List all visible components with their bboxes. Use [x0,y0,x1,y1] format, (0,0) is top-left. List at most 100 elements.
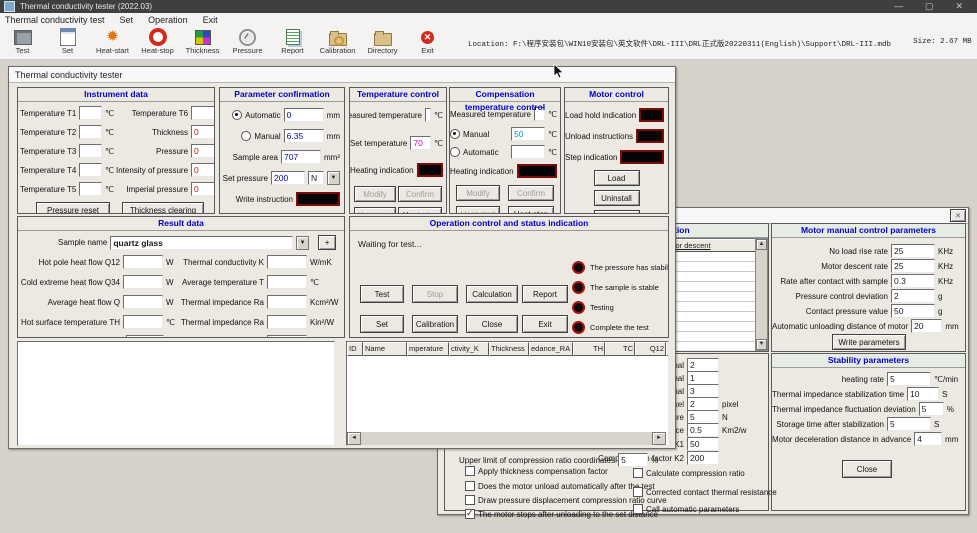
storage-time-field[interactable]: 5 [887,417,931,431]
thermal-impedance-in-field[interactable] [267,315,307,329]
thermal-resistance-field[interactable] [267,335,307,338]
calculation-button[interactable]: Calculation [466,285,518,303]
temperature-t2-field[interactable] [79,125,102,139]
pressure-unit-select[interactable]: N [308,171,324,185]
toolbar-heat-stop-button[interactable]: Heat-stop [135,28,180,55]
set-temperature-field[interactable]: 70 [410,136,431,150]
set-pressure-field[interactable]: 200 [271,171,305,185]
intensity-of-pressure-field[interactable]: 0 [191,163,215,177]
compensation-manual-radio[interactable] [450,129,460,139]
sample-name-select[interactable]: quartz glass [110,236,293,250]
scroll-left-icon[interactable]: ◄ [347,432,361,445]
cold-surface-temp-field[interactable] [126,335,164,338]
deceleration-distance-field[interactable]: 4 [914,432,942,446]
measured-temperature-field[interactable] [425,108,431,122]
contact-pressure-value-field[interactable]: 50 [891,304,935,318]
menu-set[interactable]: Set [120,15,134,25]
op-close-button[interactable]: Close [466,315,518,333]
auto-unloading-distance-field[interactable]: 20 [911,319,942,333]
corrected-contact-resistance-checkbox[interactable] [633,487,643,497]
pressure-decimal-field[interactable]: 1 [687,371,719,385]
compensation-automatic-field[interactable] [511,145,545,159]
temperature-t5-field[interactable] [79,182,102,196]
q12-field[interactable] [123,255,163,269]
compensation-heat-start-button[interactable]: Heat start [456,206,500,214]
heating-rate-field[interactable]: 5 [887,372,931,386]
motor-stops-after-unloading-checkbox[interactable] [465,509,475,519]
sample-area-field[interactable]: 707 [281,150,321,164]
compensation-modify-button[interactable]: Modify [456,185,500,201]
menu-exit[interactable]: Exit [203,15,218,25]
compensation-factor-k1-field[interactable]: 50 [687,437,719,451]
chevron-down-icon[interactable]: ▼ [327,171,340,185]
table-horizontal-scrollbar[interactable]: ◄ ► [347,432,666,445]
average-temperature-field[interactable] [267,275,307,289]
stop-button[interactable]: Stop [412,285,458,303]
no-load-rise-rate-field[interactable]: 25 [891,244,935,258]
scroll-down-icon[interactable]: ▼ [756,339,767,350]
pressure-field[interactable]: 0 [191,144,215,158]
maximize-icon[interactable]: ▢ [925,1,934,12]
temperature-modify-button[interactable]: Modify [354,186,396,202]
menu-thermal-conductivity-test[interactable]: Thermal conductivity test [5,15,105,25]
compensation-automatic-radio[interactable] [450,147,460,157]
impedance-fluctuation-deviation-field[interactable]: 5 [919,402,944,416]
impedance-stabilization-time-field[interactable]: 10 [907,387,939,401]
rate-after-contact-field[interactable]: 0.3 [891,274,935,288]
thermal-conductivity-field[interactable] [267,255,307,269]
heat-start-button[interactable]: Heat start [354,207,396,214]
temperature-confirm-button[interactable]: Confirm [398,186,442,202]
imperial-pressure-field[interactable]: 0 [191,182,215,196]
curve-pixel-field[interactable]: 2 [687,397,719,411]
main-window-titlebar[interactable]: Thermal conductivity tester [9,67,675,83]
results-table[interactable]: ID Name mperature ctivity_K Thickness ed… [346,341,669,446]
test-button[interactable]: Test [360,285,404,303]
temperature-decimal-field[interactable]: 2 [687,358,719,372]
compensation-heat-stop-button[interactable]: Heat stop [508,206,554,214]
toolbar-exit-button[interactable]: ✕Exit [405,28,450,55]
compensation-factor-k2-field[interactable]: 200 [687,451,719,465]
toolbar-heat-start-button[interactable]: ✹Heat-start [90,28,135,55]
toolbar-test-button[interactable]: Test [0,28,45,55]
motor-stop-button[interactable]: Stop [594,210,640,214]
minimize-icon[interactable]: — [894,1,903,12]
temperature-t3-field[interactable] [79,144,102,158]
toolbar-set-button[interactable]: Set [45,28,90,55]
motor-unload-auto-checkbox[interactable] [465,481,475,491]
menu-operation[interactable]: Operation [148,15,188,25]
toolbar-calibration-button[interactable]: Calibration [315,28,360,55]
apply-thickness-compensation-checkbox[interactable] [465,466,475,476]
automatic-thickness-field[interactable]: 0 [284,108,324,122]
motor-descent-rate-field[interactable]: 25 [891,259,935,273]
log-listbox[interactable] [17,341,335,446]
pressure-control-deviation-field[interactable]: 2 [891,289,935,303]
add-sample-button[interactable]: + [318,235,336,250]
load-button[interactable]: Load [594,170,640,186]
toolbar-thickness-button[interactable]: Thickness [180,28,225,55]
toolbar-pressure-button[interactable]: Pressure [225,28,270,55]
toolbar-report-button[interactable]: Report [270,28,315,55]
temperature-t4-field[interactable] [79,163,102,177]
close-icon[interactable]: ✕ [955,1,963,12]
hot-surface-temp-field[interactable] [123,315,163,329]
contact-thermal-resistance-field[interactable]: 0.5 [687,423,719,437]
compensation-confirm-button[interactable]: Confirm [508,185,554,201]
os-titlebar[interactable]: Thermal conductivity tester (2022.03) — … [0,0,977,13]
settings-close-icon[interactable]: ✕ [950,209,966,222]
thickness-decimal-field[interactable]: 3 [687,384,719,398]
calibration-button[interactable]: Calibration [412,315,458,333]
thickness-clearing-button[interactable]: Thickness clearing [122,202,204,214]
temperature-t1-field[interactable] [79,106,102,120]
draw-compression-curve-checkbox[interactable] [465,495,475,505]
compensation-manual-field[interactable]: 50 [511,127,545,141]
pressure-reset-button[interactable]: Pressure reset [36,202,110,214]
upper-limit-field[interactable]: 5 [618,453,648,467]
heat-stop-button[interactable]: Heat stop [398,207,442,214]
call-automatic-parameters-checkbox[interactable] [633,504,643,514]
thermal-impedance-cm-field[interactable] [267,295,307,309]
op-set-button[interactable]: Set [360,315,404,333]
stability-close-button[interactable]: Close [842,460,892,478]
initial-pressure-field[interactable]: 5 [687,410,719,424]
motor-descent-list-scrollbar[interactable]: ▲ ▼ [755,238,768,351]
op-exit-button[interactable]: Exit [522,315,568,333]
